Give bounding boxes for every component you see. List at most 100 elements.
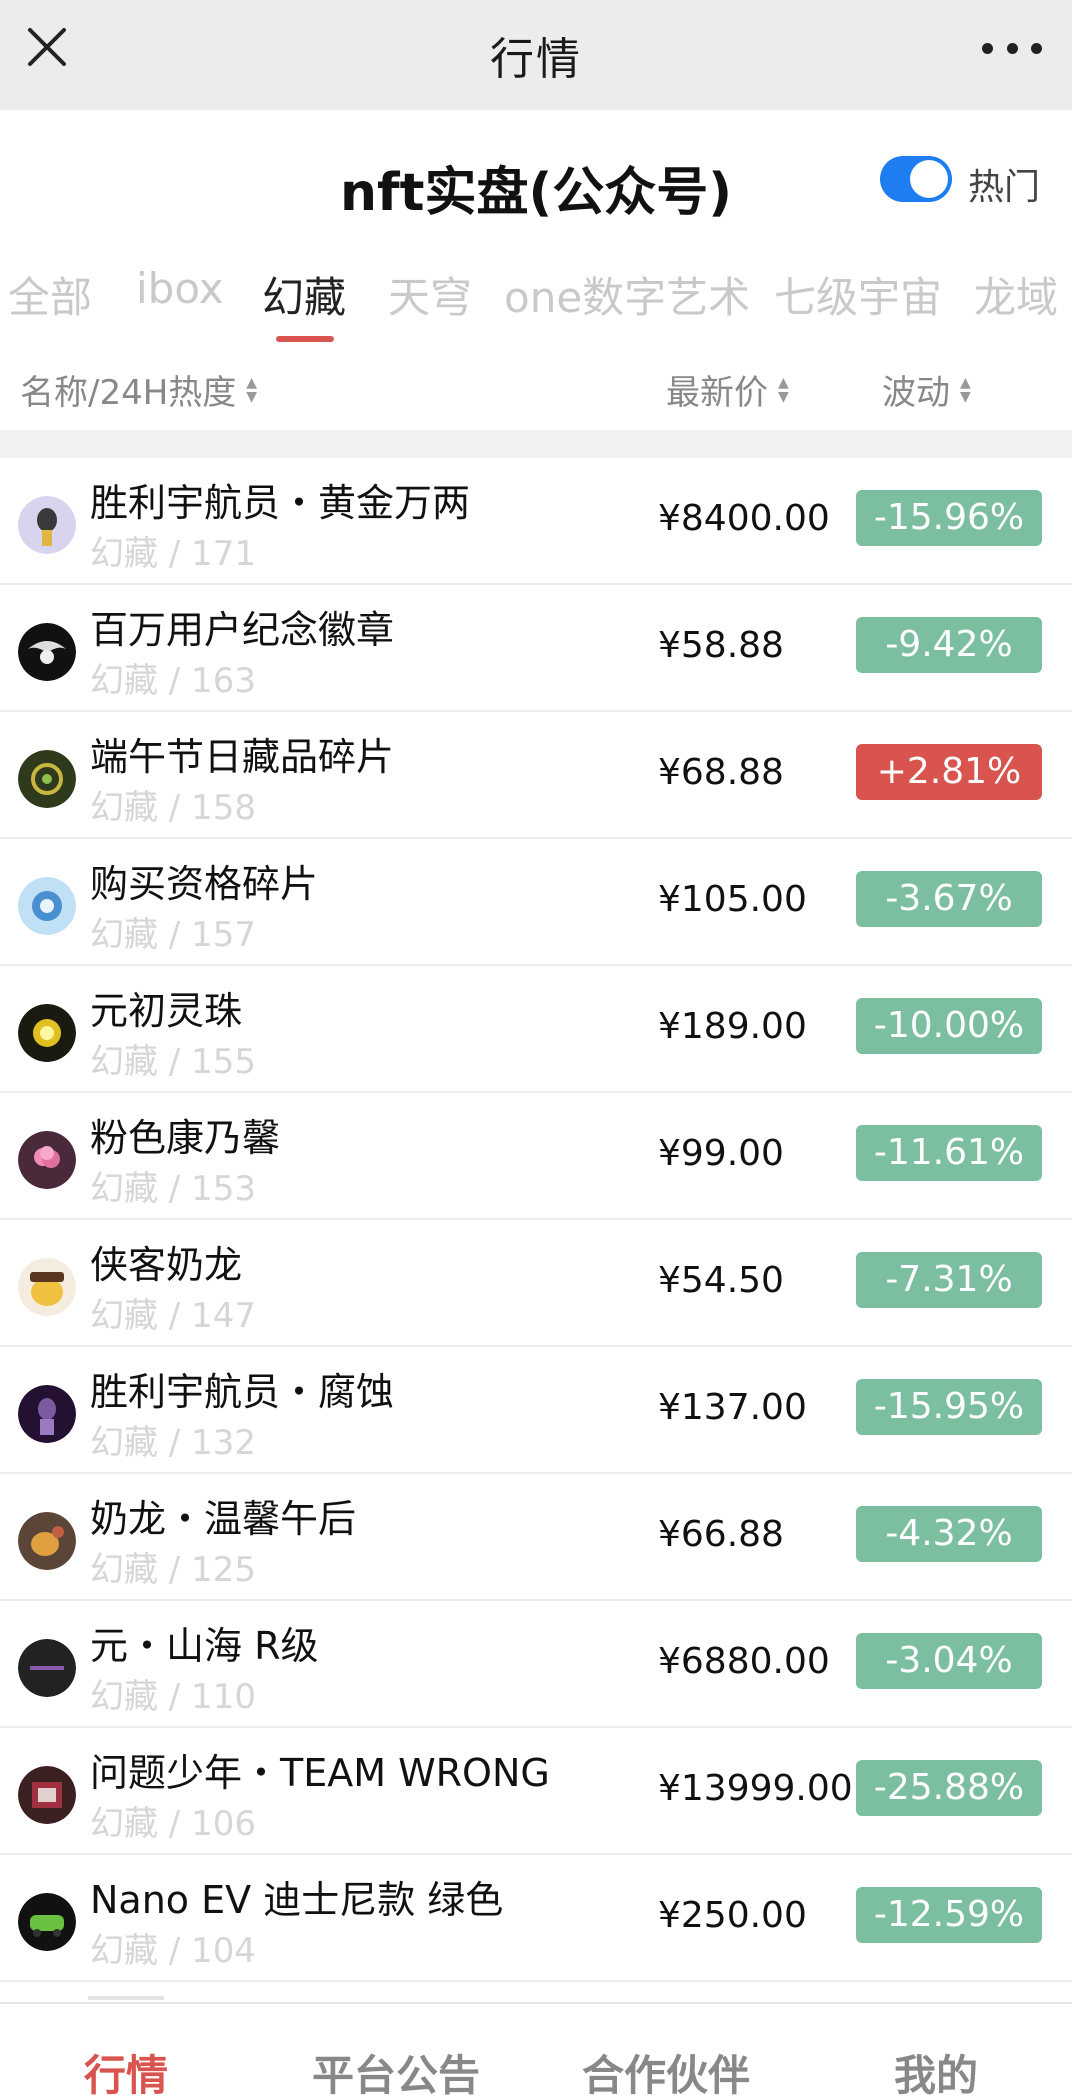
item-name: 购买资格碎片	[90, 862, 319, 906]
list-item[interactable]: 胜利宇航员・黄金万两 幻藏 / 171 ¥8400.00 -15.96%	[0, 458, 1072, 585]
sort-icon: ▲ ▼	[246, 374, 258, 405]
sort-by-name[interactable]: 名称/24H热度 ▲ ▼	[20, 365, 257, 414]
item-name: 元初灵珠	[90, 989, 243, 1033]
item-price: ¥58.88	[658, 625, 784, 666]
toggle-knob	[910, 160, 948, 198]
item-price: ¥68.88	[658, 752, 784, 793]
column-name-label: 名称/24H热度	[20, 373, 237, 413]
sort-icon: ▲ ▼	[778, 374, 789, 405]
change-badge: +2.81%	[856, 744, 1042, 800]
list-item[interactable]: 购买资格碎片 幻藏 / 157 ¥105.00 -3.67%	[0, 839, 1072, 966]
hot-toggle[interactable]	[880, 156, 952, 202]
tab-all[interactable]: 全部	[8, 264, 92, 325]
change-badge: -4.32%	[856, 1506, 1042, 1562]
item-price: ¥8400.00	[658, 498, 830, 539]
top-bar: 行情	[0, 0, 1072, 110]
nft-avatar	[18, 750, 76, 808]
list-item[interactable]: 元初灵珠 幻藏 / 155 ¥189.00 -10.00%	[0, 966, 1072, 1093]
item-price: ¥137.00	[658, 1387, 807, 1428]
column-price-label: 最新价	[666, 373, 768, 413]
tab-huancang[interactable]: 幻藏	[262, 264, 346, 325]
sort-by-change[interactable]: 波动 ▲ ▼	[882, 365, 971, 414]
nav-partners[interactable]: 合作伙伴	[582, 2042, 750, 2095]
nav-me[interactable]: 我的	[894, 2042, 978, 2095]
item-price: ¥250.00	[658, 1895, 807, 1936]
list-item[interactable]: 端午节日藏品碎片 幻藏 / 158 ¥68.88 +2.81%	[0, 712, 1072, 839]
item-name: 百万用户纪念徽章	[90, 608, 395, 652]
item-name: 胜利宇航员・黄金万两	[90, 481, 471, 525]
window-title: 行情	[490, 34, 582, 85]
change-badge: -7.31%	[856, 1252, 1042, 1308]
item-price: ¥6880.00	[658, 1641, 830, 1682]
item-name: 元・山海 R级	[90, 1624, 319, 1668]
item-meta: 幻藏 / 171	[90, 534, 256, 574]
tab-tianqiong[interactable]: 天穹	[388, 264, 472, 325]
list-item-partial	[0, 1982, 1072, 2002]
tab-ibox[interactable]: ibox	[136, 264, 224, 313]
list-item[interactable]: 粉色康乃馨 幻藏 / 153 ¥99.00 -11.61%	[0, 1093, 1072, 1220]
page-header: nft实盘(公众号) 热门	[0, 110, 1072, 250]
tab-qiji-universe[interactable]: 七级宇宙	[774, 264, 942, 325]
change-badge: -3.04%	[856, 1633, 1042, 1689]
list-item[interactable]: 元・山海 R级 幻藏 / 110 ¥6880.00 -3.04%	[0, 1601, 1072, 1728]
nft-avatar	[18, 1766, 76, 1824]
item-meta: 幻藏 / 147	[90, 1296, 256, 1336]
nft-avatar	[18, 1258, 76, 1316]
sort-by-price[interactable]: 最新价 ▲ ▼	[666, 365, 789, 414]
platform-tabs: 全部 ibox 幻藏 天穹 one数字艺术 七级宇宙 龙域	[0, 250, 1072, 345]
item-meta: 幻藏 / 158	[90, 788, 256, 828]
partial-text-hint	[88, 1996, 164, 2000]
list-item[interactable]: 胜利宇航员・腐蚀 幻藏 / 132 ¥137.00 -15.95%	[0, 1347, 1072, 1474]
column-header: 名称/24H热度 ▲ ▼ 最新价 ▲ ▼ 波动 ▲ ▼	[0, 345, 1072, 430]
list-item[interactable]: 问题少年・TEAM WRONG 幻藏 / 106 ¥13999.00 -25.8…	[0, 1728, 1072, 1855]
nft-avatar	[18, 496, 76, 554]
item-meta: 幻藏 / 153	[90, 1169, 256, 1209]
item-name: 端午节日藏品碎片	[90, 735, 395, 779]
list-item[interactable]: 百万用户纪念徽章 幻藏 / 163 ¥58.88 -9.42%	[0, 585, 1072, 712]
nav-announcements[interactable]: 平台公告	[312, 2042, 480, 2095]
tab-longyu[interactable]: 龙域	[974, 264, 1058, 325]
list-item[interactable]: Nano EV 迪士尼款 绿色 幻藏 / 104 ¥250.00 -12.59%	[0, 1855, 1072, 1982]
change-badge: -3.67%	[856, 871, 1042, 927]
nav-market[interactable]: 行情	[84, 2042, 168, 2095]
change-badge: -11.61%	[856, 1125, 1042, 1181]
change-badge: -25.88%	[856, 1760, 1042, 1816]
bottom-nav: 行情 平台公告 合作伙伴 我的	[0, 2002, 1072, 2095]
list-item[interactable]: 侠客奶龙 幻藏 / 147 ¥54.50 -7.31%	[0, 1220, 1072, 1347]
item-name: Nano EV 迪士尼款 绿色	[90, 1878, 504, 1922]
nft-avatar	[18, 877, 76, 935]
item-name: 奶龙・温馨午后	[90, 1497, 357, 1541]
item-price: ¥66.88	[658, 1514, 784, 1555]
nft-avatar	[18, 1512, 76, 1570]
more-icon[interactable]	[982, 30, 1042, 66]
item-meta: 幻藏 / 104	[90, 1931, 256, 1971]
item-name: 侠客奶龙	[90, 1243, 243, 1287]
item-meta: 幻藏 / 125	[90, 1550, 256, 1590]
item-meta: 幻藏 / 163	[90, 661, 256, 701]
change-badge: -10.00%	[856, 998, 1042, 1054]
item-meta: 幻藏 / 155	[90, 1042, 256, 1082]
item-name: 粉色康乃馨	[90, 1116, 281, 1160]
list-item[interactable]: 奶龙・温馨午后 幻藏 / 125 ¥66.88 -4.32%	[0, 1474, 1072, 1601]
column-change-label: 波动	[882, 373, 950, 413]
item-name: 问题少年・TEAM WRONG	[90, 1751, 550, 1795]
nft-avatar	[18, 1004, 76, 1062]
nft-avatar	[18, 1131, 76, 1189]
item-meta: 幻藏 / 110	[90, 1677, 256, 1717]
change-badge: -9.42%	[856, 617, 1042, 673]
change-badge: -15.95%	[856, 1379, 1042, 1435]
active-tab-indicator	[276, 336, 334, 342]
item-meta: 幻藏 / 157	[90, 915, 256, 955]
nft-avatar	[18, 1893, 76, 1951]
item-meta: 幻藏 / 132	[90, 1423, 256, 1463]
hot-toggle-label: 热门	[968, 167, 1041, 208]
item-price: ¥99.00	[658, 1133, 784, 1174]
nft-avatar	[18, 623, 76, 681]
section-divider	[0, 430, 1072, 458]
nft-avatar	[18, 1385, 76, 1443]
item-price: ¥13999.00	[658, 1768, 853, 1809]
tab-one-art[interactable]: one数字艺术	[504, 264, 750, 325]
item-price: ¥54.50	[658, 1260, 784, 1301]
item-name: 胜利宇航员・腐蚀	[90, 1370, 395, 1414]
close-icon[interactable]	[26, 26, 68, 68]
